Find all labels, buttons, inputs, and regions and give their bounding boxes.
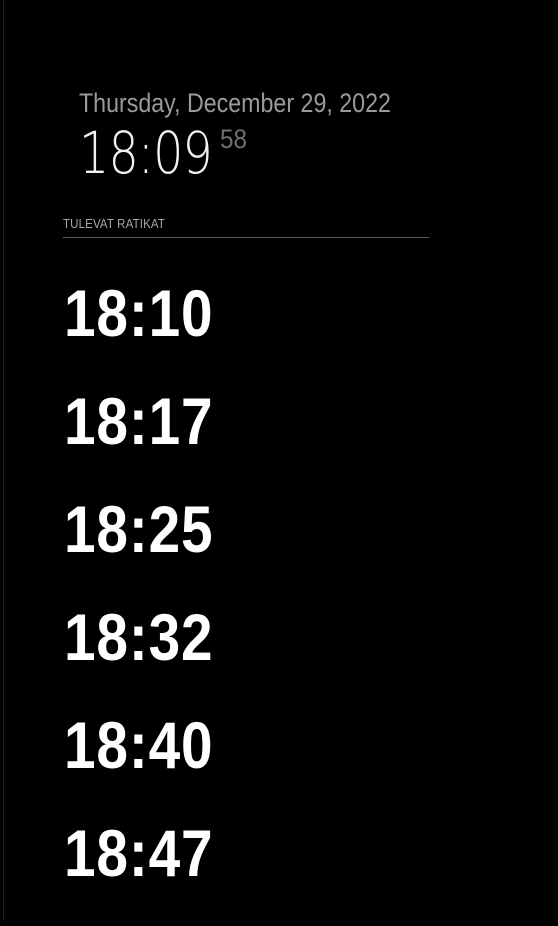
departure-time: 18:10: [64, 276, 214, 350]
departure-item: 18:47: [64, 818, 464, 926]
departure-time: 18:17: [64, 384, 214, 458]
departure-time: 18:25: [64, 492, 214, 566]
departure-item: 18:10: [64, 278, 464, 386]
departure-time: 18:47: [64, 816, 214, 890]
clock-date: Thursday, December 29, 2022: [79, 88, 391, 118]
screen-edge-divider: [3, 0, 4, 921]
departure-time: 18:40: [64, 708, 214, 782]
clock-time: 18:09: [79, 119, 213, 187]
departure-item: 18:17: [64, 386, 464, 494]
departures-header: TULEVAT RATIKAT: [63, 216, 429, 238]
departure-time: 18:32: [64, 600, 214, 674]
clock-seconds: 58: [220, 124, 248, 154]
clock-module: Thursday, December 29, 2022 18:09 58: [79, 86, 442, 186]
departure-item: 18:40: [64, 710, 464, 818]
departure-item: 18:32: [64, 602, 464, 710]
departures-list: 18:10 18:17 18:25 18:32 18:40 18:47: [64, 278, 464, 926]
departure-item: 18:25: [64, 494, 464, 602]
departures-header-label: TULEVAT RATIKAT: [63, 216, 166, 231]
clock-time-row: 18:09 58: [79, 119, 247, 187]
